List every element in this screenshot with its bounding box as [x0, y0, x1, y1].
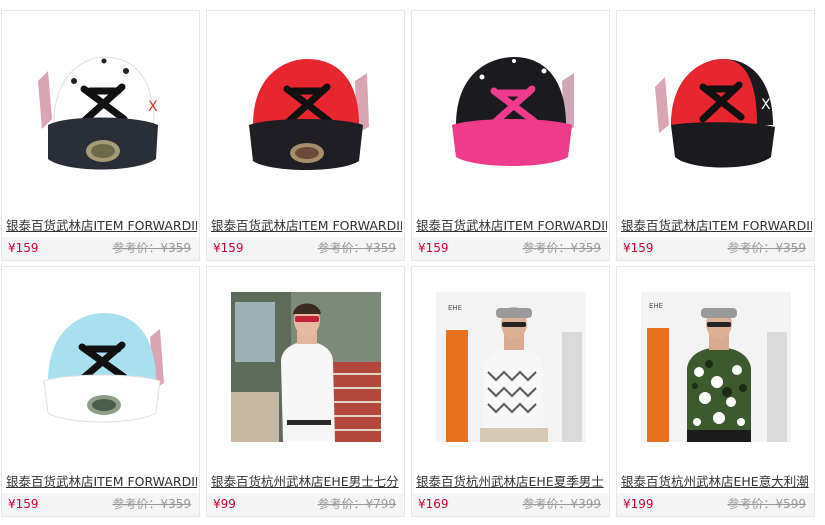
- product-title-link[interactable]: 银泰百货武林店ITEM FORWARDIF: [6, 472, 197, 492]
- product-image[interactable]: [412, 11, 609, 211]
- product-image[interactable]: X: [617, 11, 814, 211]
- red-black-trucker-cap-icon: X: [654, 59, 775, 168]
- ehe-logo-icon: EHE: [649, 302, 663, 310]
- reference-price: 参考价：¥359: [317, 241, 396, 255]
- product-card[interactable]: X 银泰百货武林店ITEM FORWARDIF ¥159 参考价：¥359: [1, 10, 200, 261]
- price-row: ¥159 参考价：¥359: [207, 237, 404, 260]
- product-card[interactable]: 银泰百货武林店ITEM FORWARDIF ¥159 参考价：¥359: [206, 10, 405, 261]
- price-row: ¥159 参考价：¥359: [2, 493, 199, 516]
- product-title-link[interactable]: 银泰百货杭州武林店EHE夏季男士: [416, 472, 607, 492]
- reference-price: 参考价：¥799: [317, 497, 396, 511]
- product-price: ¥199: [623, 497, 654, 511]
- reference-price: 参考价：¥359: [112, 497, 191, 511]
- price-row: ¥159 参考价：¥359: [412, 237, 609, 260]
- price-row: ¥199 参考价：¥599: [617, 493, 814, 516]
- product-price: ¥159: [623, 241, 654, 255]
- reference-price: 参考价：¥599: [727, 497, 806, 511]
- product-price: ¥159: [213, 241, 244, 255]
- product-title-link[interactable]: 银泰百货杭州武林店EHE男士七分: [211, 472, 402, 492]
- product-title-link[interactable]: 银泰百货武林店ITEM FORWARDIF: [416, 216, 607, 236]
- red-black-snapback-cap-icon: [248, 59, 369, 170]
- product-image[interactable]: [207, 267, 404, 467]
- reference-price: 参考价：¥359: [727, 241, 806, 255]
- svg-text:X: X: [761, 97, 771, 113]
- svg-text:X: X: [148, 99, 158, 115]
- product-price: ¥159: [8, 241, 39, 255]
- product-card[interactable]: 银泰百货武林店ITEM FORWARDIF ¥159 参考价：¥359: [411, 10, 610, 261]
- man-zigzag-shirt-photo: EHE: [435, 292, 586, 442]
- reference-price: 参考价：¥359: [112, 241, 191, 255]
- product-title-link[interactable]: 银泰百货武林店ITEM FORWARDIF: [6, 216, 197, 236]
- product-image[interactable]: [207, 11, 404, 211]
- product-image[interactable]: EHE: [412, 267, 609, 467]
- product-price: ¥99: [213, 497, 236, 511]
- price-row: ¥159 参考价：¥359: [617, 237, 814, 260]
- reference-price: 参考价：¥399: [522, 497, 601, 511]
- product-price: ¥159: [8, 497, 39, 511]
- product-card[interactable]: EHE 银泰百货杭州武林店EHE意大利潮 ¥199 参考价：¥599: [616, 266, 815, 517]
- product-card[interactable]: 银泰百货武林店ITEM FORWARDIF ¥159 参考价：¥359: [1, 266, 200, 517]
- price-row: ¥169 参考价：¥399: [412, 493, 609, 516]
- man-camo-shirt-photo: EHE: [640, 292, 791, 442]
- product-title-link[interactable]: 银泰百货武林店ITEM FORWARDIF: [211, 216, 402, 236]
- man-white-shirt-photo: [230, 292, 381, 442]
- product-card[interactable]: X 银泰百货武林店ITEM FORWARDIF ¥159 参考价：¥359: [616, 10, 815, 261]
- product-title-link[interactable]: 银泰百货杭州武林店EHE意大利潮: [621, 472, 812, 492]
- product-image[interactable]: [2, 267, 199, 467]
- white-black-snapback-cap-icon: X: [37, 56, 158, 170]
- product-card[interactable]: EHE 银泰百货杭州武林店EHE夏季男士 ¥169 参考价：¥399: [411, 266, 610, 517]
- product-grid: X 银泰百货武林店ITEM FORWARDIF ¥159 参考价：¥359 银泰…: [0, 10, 825, 520]
- product-card[interactable]: 银泰百货杭州武林店EHE男士七分 ¥99 参考价：¥799: [206, 266, 405, 517]
- lightblue-white-snapback-cap-icon: [42, 313, 164, 423]
- ehe-logo-icon: EHE: [448, 304, 462, 312]
- price-row: ¥99 参考价：¥799: [207, 493, 404, 516]
- product-image[interactable]: X: [2, 11, 199, 211]
- product-image[interactable]: EHE: [617, 267, 814, 467]
- product-price: ¥169: [418, 497, 449, 511]
- product-title-link[interactable]: 银泰百货武林店ITEM FORWARDIF: [621, 216, 812, 236]
- black-pink-snapback-cap-icon: [451, 57, 574, 166]
- product-price: ¥159: [418, 241, 449, 255]
- reference-price: 参考价：¥359: [522, 241, 601, 255]
- price-row: ¥159 参考价：¥359: [2, 237, 199, 260]
